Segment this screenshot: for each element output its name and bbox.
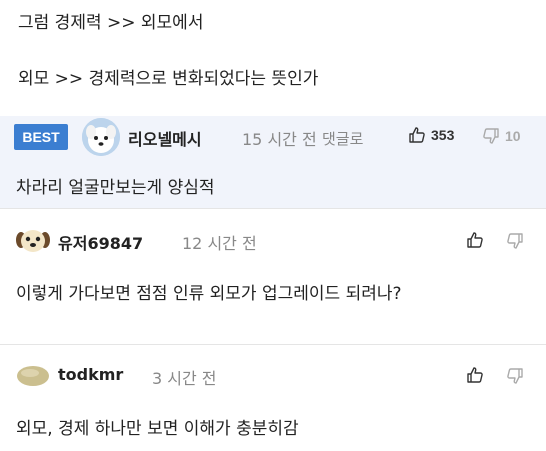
thumbs-up-icon <box>467 367 483 383</box>
post-text-line-2: 외모 >> 경제력으로 변화되었다는 뜻인가 <box>18 69 319 89</box>
comment-text: 차라리 얼굴만보는게 양심적 <box>16 178 215 198</box>
dislike-button[interactable]: 10 <box>482 127 521 145</box>
like-button[interactable]: 353 <box>408 126 454 144</box>
comment-username[interactable]: 리오넬메시 <box>128 126 202 150</box>
thumbs-down-icon <box>507 368 523 384</box>
comment-text: 이렇게 가다보면 점점 인류 외모가 업그레이드 되려나? <box>16 284 402 304</box>
comment-username[interactable]: 유저69847 <box>58 230 143 254</box>
divider <box>0 344 546 345</box>
puppy-face-avatar-icon[interactable] <box>16 228 50 254</box>
comment-time: 15 시간 전 <box>242 130 317 149</box>
dislike-button[interactable] <box>506 232 524 250</box>
thumbs-up-icon <box>409 127 425 143</box>
thumbs-down-icon <box>507 233 523 249</box>
like-count: 353 <box>431 127 455 143</box>
best-badge: BEST <box>14 124 68 150</box>
comment-time: 12 시간 전 <box>182 234 257 253</box>
comment-username[interactable]: todkmr <box>58 365 123 384</box>
dislike-count: 10 <box>505 128 521 144</box>
post-text-line-1: 그럼 경제력 >> 외모에서 <box>18 13 204 33</box>
comment-time: 3 시간 전 <box>152 369 217 388</box>
thumbs-down-icon <box>483 128 499 144</box>
dislike-button[interactable] <box>506 367 524 385</box>
thumbs-up-icon <box>467 232 483 248</box>
divider <box>0 208 546 209</box>
reply-link[interactable]: 댓글로 <box>322 128 363 149</box>
like-button[interactable] <box>466 231 484 249</box>
like-button[interactable] <box>466 366 484 384</box>
white-puppy-avatar-icon[interactable] <box>82 118 120 156</box>
beige-blob-avatar-icon[interactable] <box>16 365 50 387</box>
comment-text: 외모, 경제 하나만 보면 이해가 충분히감 <box>16 419 299 439</box>
